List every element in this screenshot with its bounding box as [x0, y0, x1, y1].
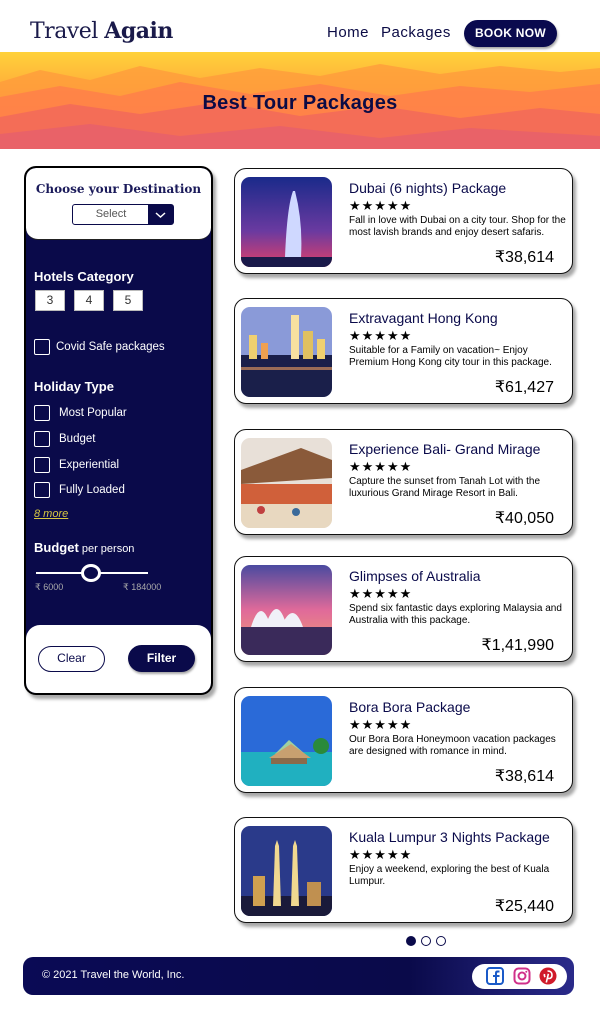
budget-title-text: Budget [34, 540, 79, 555]
budget-label: Budget [59, 433, 96, 445]
package-description: Suitable for a Family on vacation~ Enjoy… [349, 345, 552, 368]
most-popular-label: Most Popular [59, 407, 127, 419]
package-description: Our Bora Bora Honeymoon vacation package… [349, 734, 556, 757]
package-card[interactable]: Experience Bali- Grand Mirage ★★★★★ Capt… [234, 429, 573, 535]
rating-stars: ★★★★★ [349, 717, 413, 732]
nav-home-link[interactable]: Home [327, 24, 369, 41]
package-description: Capture the sunset from Tanah Lot with t… [349, 476, 541, 499]
budget-slider-handle[interactable] [81, 564, 101, 582]
social-links [472, 964, 567, 989]
experiential-checkbox[interactable] [34, 457, 50, 473]
page-dot-3[interactable] [436, 936, 446, 946]
package-price: ₹1,41,990 [481, 637, 554, 654]
package-title[interactable]: Glimpses of Australia [349, 568, 481, 584]
hotels-category-title: Hotels Category [34, 269, 134, 284]
pinterest-icon[interactable] [539, 967, 557, 985]
bali-photo [241, 438, 332, 528]
package-card[interactable]: Kuala Lumpur 3 Nights Package ★★★★★ Enjo… [234, 817, 573, 923]
experiential-label: Experiential [59, 459, 120, 471]
copyright-text: © 2021 Travel the World, Inc. [42, 969, 185, 981]
hero-banner: Best Tour Packages [0, 52, 600, 149]
page-dot-1[interactable] [406, 936, 416, 946]
dubai-photo [241, 177, 332, 267]
covid-safe-label: Covid Safe packages [56, 341, 165, 353]
bora-bora-photo [241, 696, 332, 786]
rating-stars: ★★★★★ [349, 459, 413, 474]
package-description: Spend six fantastic days exploring Malay… [349, 603, 562, 626]
filter-button[interactable]: Filter [128, 645, 195, 672]
package-card[interactable]: Dubai (6 nights) Package ★★★★★ Fall in l… [234, 168, 573, 274]
package-price: ₹38,614 [494, 768, 554, 785]
rating-stars: ★★★★★ [349, 328, 413, 343]
budget-min-label: ₹ 6000 [35, 582, 64, 592]
package-title[interactable]: Extravagant Hong Kong [349, 310, 498, 326]
package-price: ₹38,614 [494, 249, 554, 266]
package-card[interactable]: Glimpses of Australia ★★★★★ Spend six fa… [234, 556, 573, 662]
package-title[interactable]: Bora Bora Package [349, 699, 470, 715]
fully-loaded-checkbox[interactable] [34, 482, 50, 498]
holiday-type-title: Holiday Type [34, 379, 114, 394]
kuala-lumpur-photo [241, 826, 332, 916]
budget-max-label: ₹ 184000 [123, 582, 162, 592]
nav-packages-link[interactable]: Packages [381, 24, 451, 41]
package-price: ₹25,440 [494, 898, 554, 915]
facebook-icon[interactable] [486, 967, 504, 985]
brand-logo[interactable]: Travel Again [30, 18, 173, 44]
destination-panel: Choose your Destination Select [26, 168, 211, 240]
package-description: Enjoy a weekend, exploring the best of K… [349, 864, 550, 887]
budget-subtitle: per person [78, 543, 135, 555]
budget-checkbox[interactable] [34, 431, 50, 447]
destination-select[interactable]: Select [72, 204, 174, 225]
page-dot-2[interactable] [421, 936, 431, 946]
clear-button[interactable]: Clear [38, 646, 105, 672]
covid-safe-checkbox[interactable] [34, 339, 50, 355]
more-holiday-types-link[interactable]: 8 more [34, 508, 68, 520]
destination-select-value: Select [95, 208, 127, 220]
book-now-button[interactable]: BOOK NOW [464, 20, 557, 47]
package-description: Fall in love with Dubai on a city tour. … [349, 215, 566, 238]
chevron-down-icon[interactable] [148, 205, 173, 224]
rating-stars: ★★★★★ [349, 198, 413, 213]
destination-title: Choose your Destination [35, 182, 202, 196]
package-title[interactable]: Dubai (6 nights) Package [349, 180, 506, 196]
australia-photo [241, 565, 332, 655]
rating-stars: ★★★★★ [349, 586, 413, 601]
hotel-category-3[interactable]: 3 [35, 290, 65, 311]
hotel-category-5[interactable]: 5 [113, 290, 143, 311]
instagram-icon[interactable] [513, 967, 531, 985]
rating-stars: ★★★★★ [349, 847, 413, 862]
logo-text-bold: Again [104, 18, 173, 44]
package-card[interactable]: Extravagant Hong Kong ★★★★★ Suitable for… [234, 298, 573, 404]
page-title: Best Tour Packages [202, 92, 398, 114]
hong-kong-photo [241, 307, 332, 397]
hotel-category-4[interactable]: 4 [74, 290, 104, 311]
package-card[interactable]: Bora Bora Package ★★★★★ Our Bora Bora Ho… [234, 687, 573, 793]
budget-title: Budget per person [34, 540, 134, 555]
logo-text-light: Travel [30, 19, 105, 44]
site-footer: © 2021 Travel the World, Inc. [23, 957, 574, 995]
package-price: ₹61,427 [494, 379, 554, 396]
package-title[interactable]: Kuala Lumpur 3 Nights Package [349, 829, 550, 845]
most-popular-checkbox[interactable] [34, 405, 50, 421]
fully-loaded-label: Fully Loaded [59, 484, 125, 496]
filter-actions-panel: Clear Filter [26, 625, 211, 693]
package-title[interactable]: Experience Bali- Grand Mirage [349, 441, 540, 457]
filter-sidebar: Choose your Destination Select Hotels Ca… [24, 166, 213, 695]
package-price: ₹40,050 [494, 510, 554, 527]
